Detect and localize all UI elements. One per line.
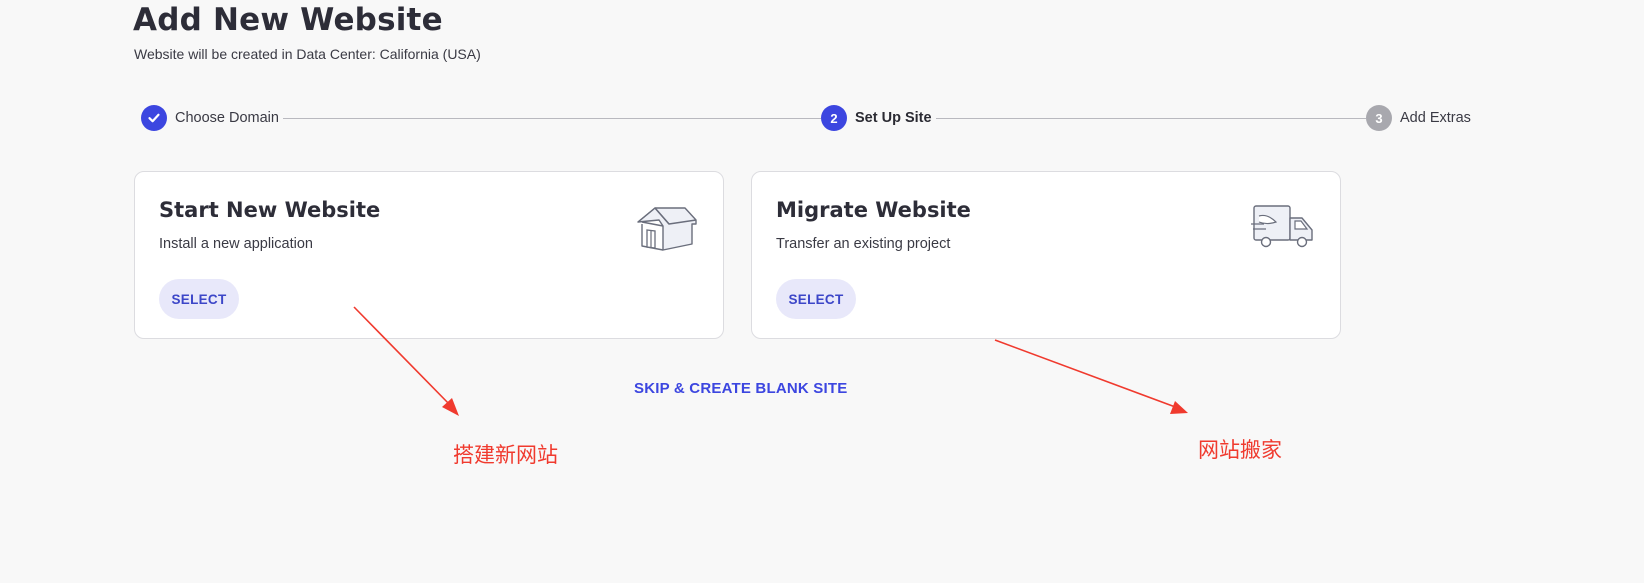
card-title: Start New Website: [159, 198, 381, 222]
card-description: Install a new application: [159, 236, 313, 252]
card-description: Transfer an existing project: [776, 236, 951, 252]
card-title: Migrate Website: [776, 198, 971, 222]
step-number: 3: [1366, 105, 1392, 131]
annotation-label-right: 网站搬家: [1198, 438, 1282, 462]
start-new-website-card[interactable]: Start New Website Install a new applicat…: [134, 171, 724, 339]
step-label: Set Up Site: [855, 110, 932, 126]
stepper: Choose Domain 2 Set Up Site 3 Add Extras: [141, 104, 1471, 132]
annotation-arrow-right: [994, 339, 1188, 414]
step-connector: [936, 118, 1366, 119]
step-number: 2: [821, 105, 847, 131]
check-icon: [141, 105, 167, 131]
skip-create-blank-site-link[interactable]: SKIP & CREATE BLANK SITE: [634, 380, 847, 397]
step-connector: [281, 118, 821, 119]
step-add-extras[interactable]: 3 Add Extras: [1366, 104, 1471, 132]
moving-truck-icon: [1251, 205, 1313, 248]
select-button[interactable]: SELECT: [159, 279, 239, 319]
page-subtitle: Website will be created in Data Center: …: [134, 46, 481, 62]
select-button[interactable]: SELECT: [776, 279, 856, 319]
step-set-up-site[interactable]: 2 Set Up Site: [821, 104, 936, 132]
page-title: Add New Website: [133, 2, 443, 38]
step-choose-domain[interactable]: Choose Domain: [141, 104, 283, 132]
house-icon: [637, 207, 697, 251]
step-label: Add Extras: [1400, 110, 1471, 126]
migrate-website-card[interactable]: Migrate Website Transfer an existing pro…: [751, 171, 1341, 339]
annotation-label-left: 搭建新网站: [453, 443, 558, 467]
step-label: Choose Domain: [175, 110, 279, 126]
